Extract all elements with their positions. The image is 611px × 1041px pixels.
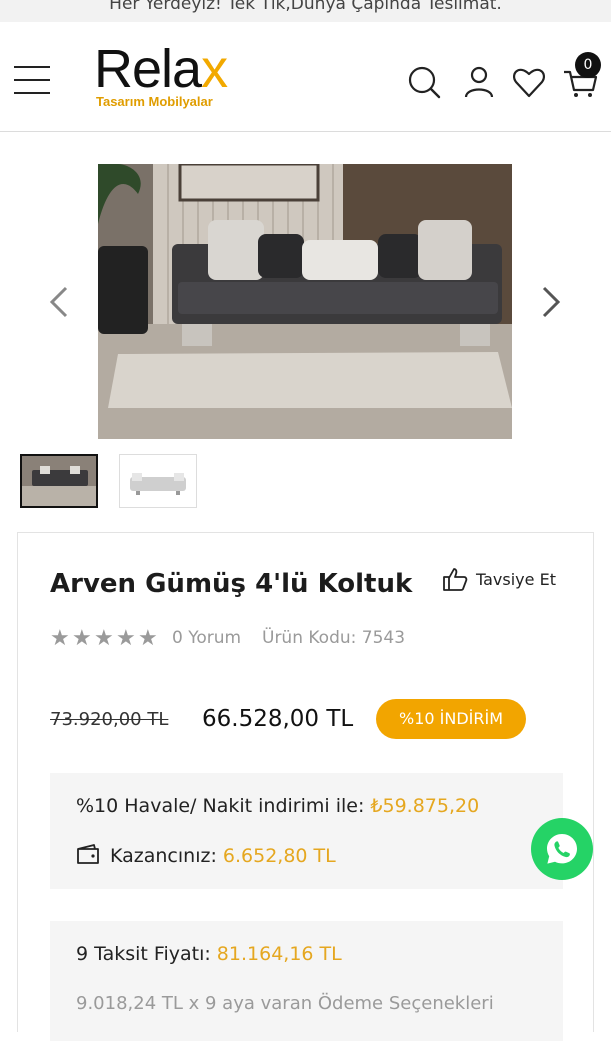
transfer-label: %10 Havale/ Nakit indirimi ile: (76, 795, 365, 817)
chevron-left-icon[interactable] (44, 284, 74, 320)
installment-detail[interactable]: 9.018,24 TL x 9 aya varan Ödeme Seçenekl… (76, 993, 494, 1014)
gallery-thumbnail[interactable] (20, 454, 98, 508)
installment-label: 9 Taksit Fiyatı: (76, 943, 211, 965)
search-icon[interactable] (406, 64, 442, 100)
heart-icon[interactable] (511, 64, 547, 100)
payment-discount-box: %10 Havale/ Nakit indirimi ile: ₺59.875,… (50, 773, 563, 889)
product-main-image (98, 164, 512, 439)
reviews-link[interactable]: 0 Yorum (172, 628, 241, 648)
whatsapp-icon (547, 834, 577, 864)
thumbs-up-icon (443, 568, 468, 591)
site-header: Relax Tasarım Mobilyalar 0 (0, 22, 611, 132)
menu-icon[interactable] (14, 66, 50, 96)
rating-stars: ★ ★ ★ ★ ★ (50, 626, 158, 651)
announcement-bar: Her Yerdeyiz! Tek Tık,Dünya Çapında Tesl… (0, 0, 611, 22)
logo-wordmark: Relax (94, 39, 228, 99)
current-price: 66.528,00 TL (202, 706, 354, 732)
user-icon[interactable] (461, 64, 497, 100)
logo-tagline: Tasarım Mobilyalar (96, 94, 213, 109)
announcement-text: Her Yerdeyiz! Tek Tık,Dünya Çapında Tesl… (109, 0, 502, 14)
cart-count-badge: 0 (575, 52, 601, 78)
old-price: 73.920,00 TL (50, 709, 169, 730)
gallery-thumbnail[interactable] (119, 454, 197, 508)
savings-row: Kazancınız: 6.652,80 TL (110, 845, 336, 867)
recommend-label: Tavsiye Et (476, 570, 556, 589)
product-code: Ürün Kodu: 7543 (262, 628, 406, 648)
installment-box: 9 Taksit Fiyatı: 81.164,16 TL 9.018,24 T… (50, 921, 563, 1041)
transfer-discount-row: %10 Havale/ Nakit indirimi ile: ₺59.875,… (76, 795, 479, 817)
savings-label: Kazancınız: (110, 845, 217, 867)
product-info-card: Arven Gümüş 4'lü Koltuk Tavsiye Et ★ ★ ★ ★ ★… (17, 532, 594, 1041)
transfer-value: ₺59.875,20 (370, 795, 480, 817)
savings-value: 6.652,80 TL (222, 845, 336, 867)
installment-value: 81.164,16 TL (216, 943, 342, 965)
product-title: Arven Gümüş 4'lü Koltuk (50, 569, 413, 599)
logo[interactable]: Relax Tasarım Mobilyalar (94, 42, 254, 112)
discount-badge: %10 İNDİRİM (376, 699, 526, 739)
installment-row: 9 Taksit Fiyatı: 81.164,16 TL (76, 943, 342, 965)
wallet-icon (77, 844, 99, 864)
chevron-right-icon[interactable] (536, 284, 566, 320)
whatsapp-button[interactable] (531, 818, 593, 880)
product-gallery (0, 132, 611, 522)
